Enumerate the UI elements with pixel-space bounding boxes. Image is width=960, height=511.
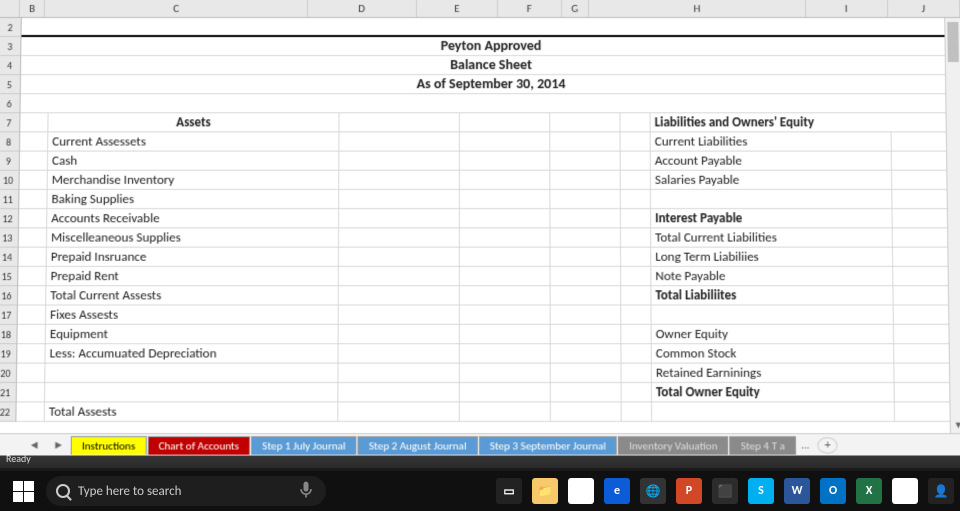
search-placeholder: Type here to search [78, 484, 181, 499]
outlook-icon[interactable]: O [820, 478, 846, 504]
liab-row[interactable] [652, 306, 894, 324]
tab-nav-next-icon[interactable]: ► [46, 438, 70, 451]
tab-step4[interactable]: Step 4 T a [730, 436, 797, 454]
windows-icon [13, 481, 34, 502]
app-icon[interactable]: ⬛ [712, 478, 738, 504]
col-F[interactable]: F [498, 0, 561, 17]
asset-row[interactable]: Cash [48, 152, 340, 170]
word-icon[interactable]: W [784, 478, 810, 504]
browser-icon[interactable]: 🌐 [640, 478, 666, 504]
asset-row[interactable]: Baking Supplies [47, 190, 339, 208]
assets-header: Assets [48, 113, 339, 131]
chrome-icon[interactable]: ◉ [892, 478, 918, 504]
liab-row[interactable]: Retained Earninings [652, 364, 895, 382]
col-D[interactable]: D [308, 0, 417, 17]
excel-icon[interactable]: X [856, 478, 882, 504]
grid-body[interactable]: Peyton Approved Balance Sheet As of Sept… [16, 18, 960, 422]
asset-row[interactable]: Total Assests [45, 402, 339, 420]
asset-row[interactable]: Total Current Assests [46, 286, 339, 304]
tab-nav-prev-icon[interactable]: ◄ [22, 438, 46, 451]
powerpoint-icon[interactable]: P [676, 478, 702, 504]
sheet-tabs: ◄ ► Instructions Chart of Accounts Step … [0, 433, 960, 456]
edge-icon[interactable]: e [604, 478, 630, 504]
mic-icon[interactable] [296, 480, 316, 502]
liab-row[interactable]: Owner Equity [652, 325, 894, 343]
liab-row[interactable]: Interest Payable [651, 209, 893, 227]
liab-row[interactable]: Note Payable [651, 267, 893, 285]
report-date: As of September 30, 2014 [21, 75, 960, 92]
liab-row[interactable]: Current Liabilities [651, 132, 892, 150]
col-J[interactable]: J [888, 0, 960, 17]
liabilities-header: Liabilities and Owners' Equity [651, 113, 952, 132]
liab-row[interactable]: Common Stock [652, 344, 895, 362]
liab-row[interactable]: Long Term Liabiliies [651, 248, 893, 266]
task-icons: ▭ 📁 🛍 e 🌐 P ⬛ SWOX ◉ 👤 [496, 478, 954, 504]
column-headers[interactable]: B C D E F G H I J [0, 0, 960, 18]
people-icon[interactable]: 👤 [928, 478, 954, 504]
search-box[interactable]: Type here to search [46, 476, 326, 506]
asset-row[interactable]: Prepaid Insruance [47, 248, 339, 266]
col-E[interactable]: E [417, 0, 499, 17]
liab-row[interactable]: Total Owner Equity [652, 383, 895, 401]
asset-row[interactable]: Accounts Receivable [47, 209, 339, 227]
explorer-icon[interactable]: 📁 [532, 478, 558, 504]
taskview-icon[interactable]: ▭ [496, 478, 522, 504]
asset-row[interactable]: Current Assessets [48, 132, 339, 150]
tab-step2[interactable]: Step 2 August Journal [358, 436, 478, 454]
col-B[interactable]: B [20, 0, 46, 17]
spreadsheet-area: B C D E F G H I J 2 3 4 5 6 7 8 9 10 11 … [0, 0, 960, 456]
asset-row[interactable]: Less: Accumuated Depreciation [45, 344, 338, 362]
search-icon [56, 484, 70, 498]
col-H[interactable]: H [589, 0, 806, 17]
liab-row[interactable] [651, 190, 893, 208]
asset-row[interactable]: Fixes Assests [46, 306, 339, 324]
tab-chart-of-accounts[interactable]: Chart of Accounts [147, 436, 250, 454]
tab-instructions[interactable]: Instructions [71, 436, 147, 454]
col-G[interactable]: G [562, 0, 589, 17]
windows-taskbar: Type here to search ▭ 📁 🛍 e 🌐 P ⬛ SWOX ◉ 👤 [0, 471, 960, 511]
add-sheet-button[interactable]: + [818, 437, 838, 453]
tab-more[interactable]: ... [797, 438, 814, 451]
tab-step1[interactable]: Step 1 July Journal [251, 436, 357, 454]
liab-row[interactable]: Total Liabiliites [651, 286, 893, 304]
start-button[interactable] [6, 476, 40, 506]
skype-icon[interactable]: S [748, 478, 774, 504]
asset-row[interactable]: Merchandise Inventory [48, 171, 340, 189]
tab-step3[interactable]: Step 3 September Journal [479, 436, 617, 454]
liab-row[interactable]: Salaries Payable [651, 171, 892, 189]
asset-row[interactable]: Miscelleaneous Supplies [47, 228, 339, 246]
asset-row[interactable]: Prepaid Rent [46, 267, 338, 285]
report-title: Balance Sheet [21, 56, 960, 73]
col-I[interactable]: I [806, 0, 888, 17]
scroll-thumb[interactable] [947, 22, 959, 62]
col-C[interactable]: C [45, 0, 308, 17]
store-icon[interactable]: 🛍 [568, 478, 594, 504]
asset-row[interactable] [45, 383, 338, 401]
tab-inventory[interactable]: Inventory Valuation [618, 436, 729, 454]
liab-row[interactable]: Total Current Liabilities [651, 228, 893, 246]
liab-row[interactable]: Account Payable [651, 152, 892, 170]
asset-row[interactable]: Equipment [46, 325, 339, 343]
scroll-down-icon[interactable]: ▼ [951, 419, 960, 433]
liab-row[interactable] [652, 402, 895, 420]
company-title: Peyton Approved [21, 37, 960, 54]
asset-row[interactable] [45, 364, 338, 382]
